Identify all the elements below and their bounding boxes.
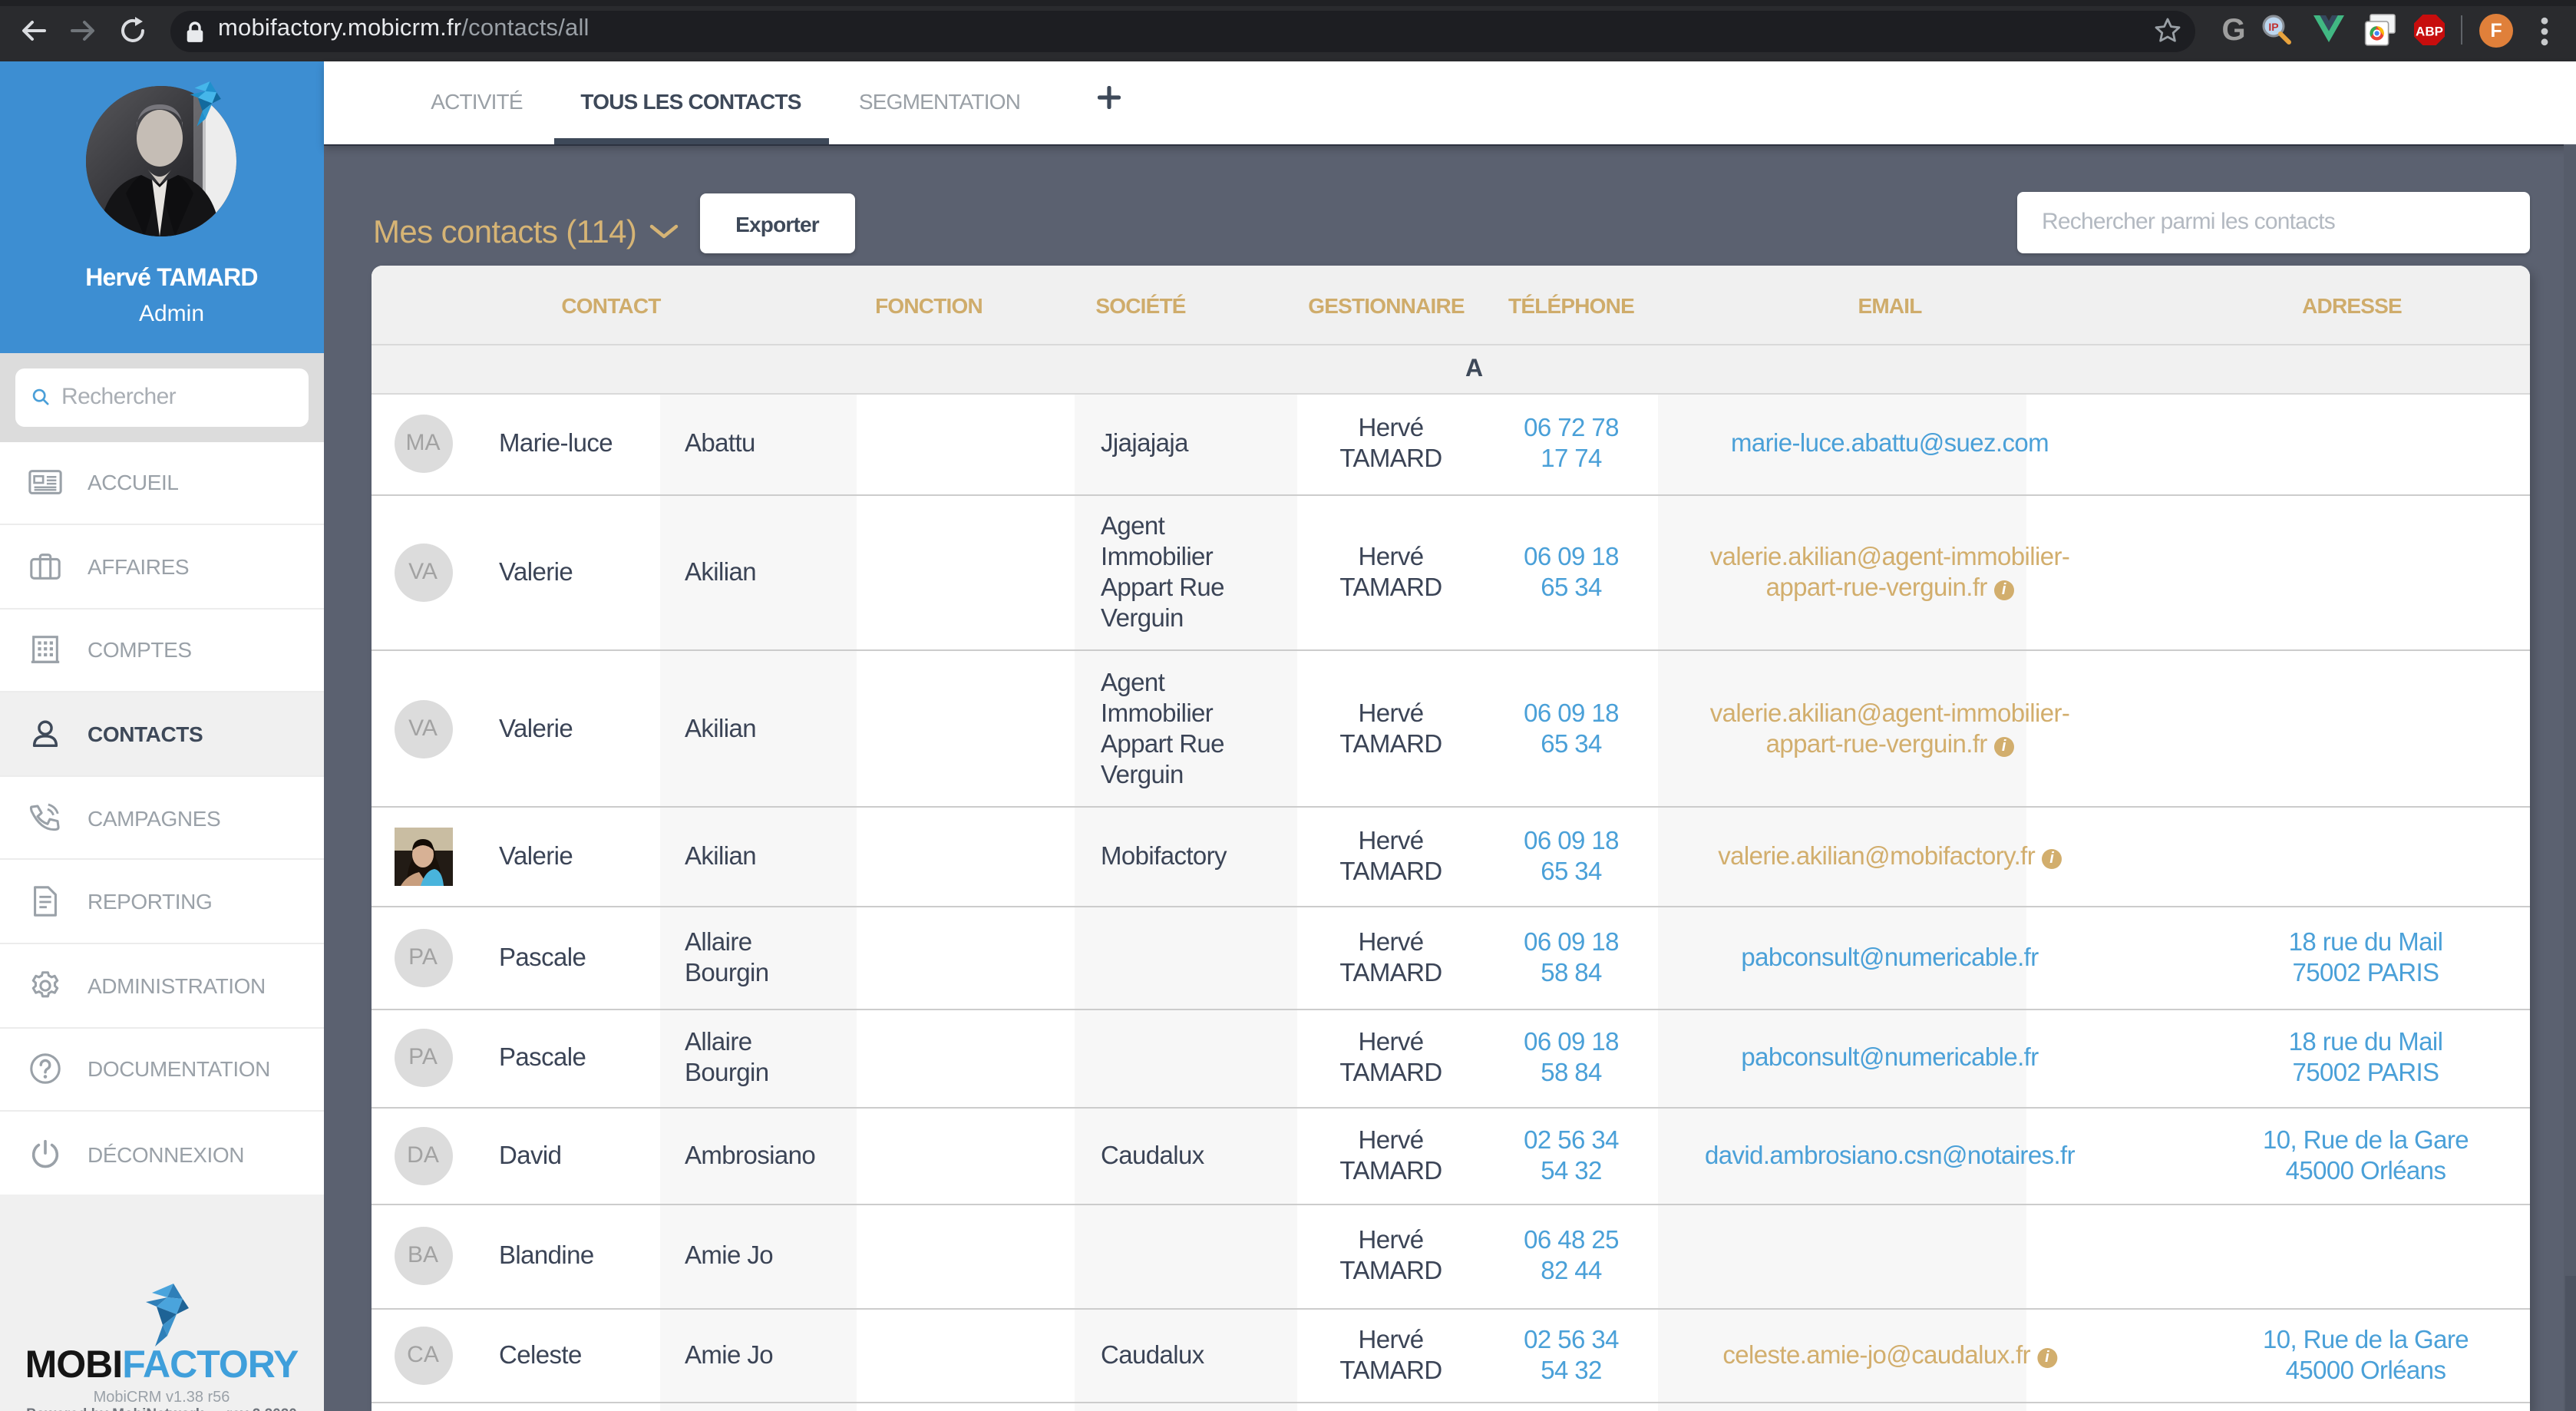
- svg-text:IP: IP: [2268, 21, 2278, 33]
- svg-text:ABP: ABP: [2416, 24, 2443, 38]
